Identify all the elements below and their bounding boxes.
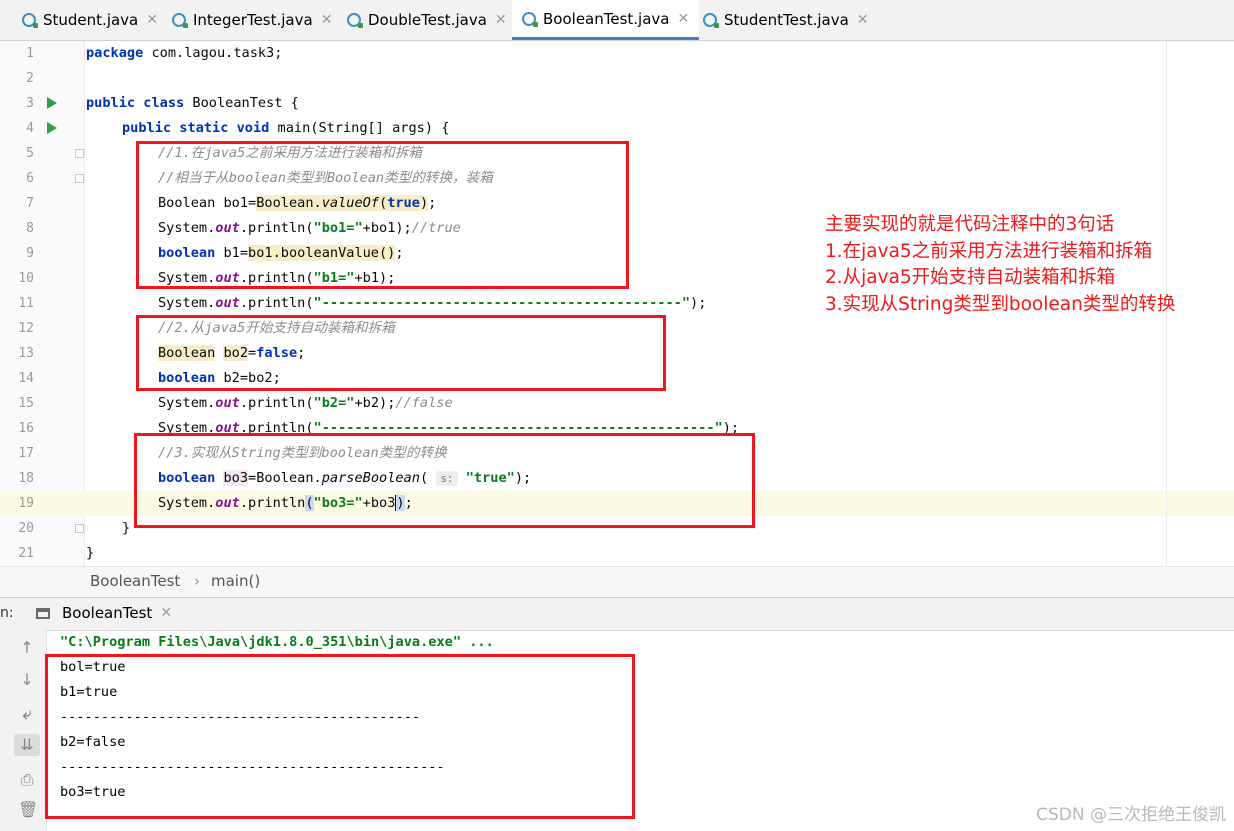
tab-label: IntegerTest.java xyxy=(193,11,313,29)
run-tool-window-header: n: BooleanTest ✕ xyxy=(0,597,1234,631)
line-number: 7 xyxy=(26,196,34,211)
fold-icon[interactable] xyxy=(75,149,84,158)
highlight-box-section-3 xyxy=(134,433,755,528)
line-number: 17 xyxy=(18,446,34,461)
run-main-icon[interactable] xyxy=(47,122,57,134)
highlight-box-output xyxy=(45,654,635,819)
line-number-gutter xyxy=(0,41,84,566)
close-icon[interactable]: ✕ xyxy=(146,12,158,28)
run-toolbar: ↑ ↓ ⤶ ⇊ ⎙ 🗑 xyxy=(0,630,47,831)
tab-label: StudentTest.java xyxy=(724,11,849,29)
line-number: 1 xyxy=(26,46,34,61)
code-line: public static void main(String[] args) { xyxy=(122,120,450,136)
line-number: 18 xyxy=(18,471,34,486)
line-number: 11 xyxy=(18,296,34,311)
java-class-icon xyxy=(522,11,538,27)
annotation-line: 主要实现的就是代码注释中的3句话 xyxy=(825,214,1115,235)
run-tab-label: BooleanTest xyxy=(62,604,153,622)
line-number: 8 xyxy=(26,221,34,236)
line-number: 15 xyxy=(18,396,34,411)
fold-icon[interactable] xyxy=(75,524,84,533)
highlight-box-section-1 xyxy=(136,141,629,289)
close-icon[interactable]: ✕ xyxy=(160,605,172,621)
code-line: } xyxy=(122,520,131,536)
line-number: 14 xyxy=(18,371,34,386)
annotation-note: 主要实现的就是代码注释中的3句话 1.在java5之前采用方法进行装箱和拆箱 2… xyxy=(825,212,1175,318)
fold-icon[interactable] xyxy=(75,174,84,183)
close-icon[interactable]: ✕ xyxy=(495,12,507,28)
line-number: 9 xyxy=(26,246,34,261)
code-line: } xyxy=(86,545,95,561)
editor-tab-bar: Student.java ✕ IntegerTest.java ✕ Double… xyxy=(0,0,1234,41)
line-number: 21 xyxy=(18,546,34,561)
line-number: 4 xyxy=(26,121,34,136)
soft-wrap-icon[interactable]: ⤶ xyxy=(18,704,36,724)
code-line: package com.lagou.task3; xyxy=(86,45,283,61)
trash-icon[interactable]: 🗑 xyxy=(18,800,38,819)
tab-label: DoubleTest.java xyxy=(368,11,487,29)
line-number: 20 xyxy=(18,521,34,536)
java-class-icon xyxy=(22,13,38,28)
run-label: n: xyxy=(0,605,14,621)
breadcrumb-class[interactable]: BooleanTest xyxy=(90,572,180,590)
line-number: 6 xyxy=(26,171,34,186)
code-line: System.out.println("b2="+b2);//false xyxy=(158,395,453,411)
gutter-divider xyxy=(84,41,85,566)
tab-label: BooleanTest.java xyxy=(543,9,670,28)
line-number: 19 xyxy=(18,496,34,511)
line-number: 13 xyxy=(18,346,34,361)
breadcrumb-method[interactable]: main() xyxy=(211,572,260,590)
scroll-to-end-icon[interactable]: ⇊ xyxy=(14,734,40,756)
close-icon[interactable]: ✕ xyxy=(677,11,689,27)
watermark: CSDN @三次拒绝王俊凯 xyxy=(1036,805,1226,825)
annotation-line: 2.从java5开始支持自动装箱和拆箱 xyxy=(825,267,1116,288)
java-class-icon xyxy=(347,13,363,28)
arrow-up-icon[interactable]: ↑ xyxy=(18,638,36,657)
line-number: 5 xyxy=(26,146,34,161)
console-command: "C:\Program Files\Java\jdk1.8.0_351\bin\… xyxy=(60,634,494,650)
arrow-down-icon[interactable]: ↓ xyxy=(18,670,36,689)
run-class-icon[interactable] xyxy=(47,97,57,109)
run-config-icon xyxy=(36,607,50,619)
line-number: 10 xyxy=(18,271,34,286)
breadcrumb-separator: › xyxy=(194,572,200,590)
tab-label: Student.java xyxy=(43,11,139,29)
breadcrumb: BooleanTest › main() xyxy=(0,566,1234,597)
annotation-line: 3.实现从String类型到boolean类型的转换 xyxy=(825,293,1176,315)
java-class-icon xyxy=(172,13,188,28)
tab-booleantest-java[interactable]: BooleanTest.java ✕ xyxy=(512,0,700,40)
close-icon[interactable]: ✕ xyxy=(857,12,869,28)
code-line: public class BooleanTest { xyxy=(86,95,299,111)
code-line: System.out.println("--------------------… xyxy=(158,295,707,311)
tab-studenttest-java[interactable]: StudentTest.java ✕ xyxy=(703,0,869,40)
line-number: 2 xyxy=(26,71,34,86)
print-icon[interactable]: ⎙ xyxy=(18,770,36,790)
tab-student-java[interactable]: Student.java ✕ xyxy=(22,0,158,40)
java-class-icon xyxy=(703,13,719,28)
line-number: 3 xyxy=(26,96,34,111)
close-icon[interactable]: ✕ xyxy=(321,12,333,28)
tab-doubletest-java[interactable]: DoubleTest.java ✕ xyxy=(347,0,507,40)
highlight-box-section-2 xyxy=(136,315,666,391)
annotation-line: 1.在java5之前采用方法进行装箱和拆箱 xyxy=(825,240,1153,262)
tab-integertest-java[interactable]: IntegerTest.java ✕ xyxy=(172,0,332,40)
line-number: 16 xyxy=(18,421,34,436)
run-tab-booleantest[interactable]: BooleanTest ✕ xyxy=(36,604,172,622)
line-number: 12 xyxy=(18,321,34,336)
